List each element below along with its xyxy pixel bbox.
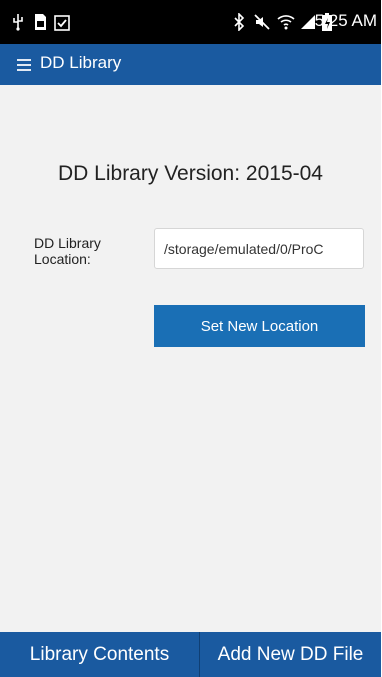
bluetooth-icon xyxy=(229,12,249,32)
bottom-bar: Library Contents Add New DD File xyxy=(0,632,381,677)
tab-add-new-dd-file[interactable]: Add New DD File xyxy=(200,632,381,677)
main-content: DD Library Version: 2015-04 DD Library L… xyxy=(0,85,381,632)
clipboard-check-icon xyxy=(52,12,72,32)
app-title: DD Library xyxy=(40,53,122,72)
sd-card-icon xyxy=(30,12,50,32)
status-time: 5:25 AM xyxy=(314,11,377,30)
wifi-icon xyxy=(276,12,296,32)
usb-icon xyxy=(8,12,28,32)
version-text: DD Library Version: 2015-04 xyxy=(58,162,323,185)
location-label: DD Library Location: xyxy=(34,235,134,267)
app-frame: 5:25 AM DD Library DD Library Version: 2… xyxy=(0,0,381,677)
hamburger-menu-icon[interactable] xyxy=(12,53,36,77)
app-bar: DD Library xyxy=(0,44,381,85)
location-input[interactable] xyxy=(154,228,364,269)
tab-library-contents[interactable]: Library Contents xyxy=(0,632,200,677)
location-label-text: DD Library Location: xyxy=(34,235,101,267)
mute-icon xyxy=(252,12,272,32)
status-bar: 5:25 AM xyxy=(0,0,381,44)
set-new-location-button[interactable]: Set New Location xyxy=(154,305,365,347)
